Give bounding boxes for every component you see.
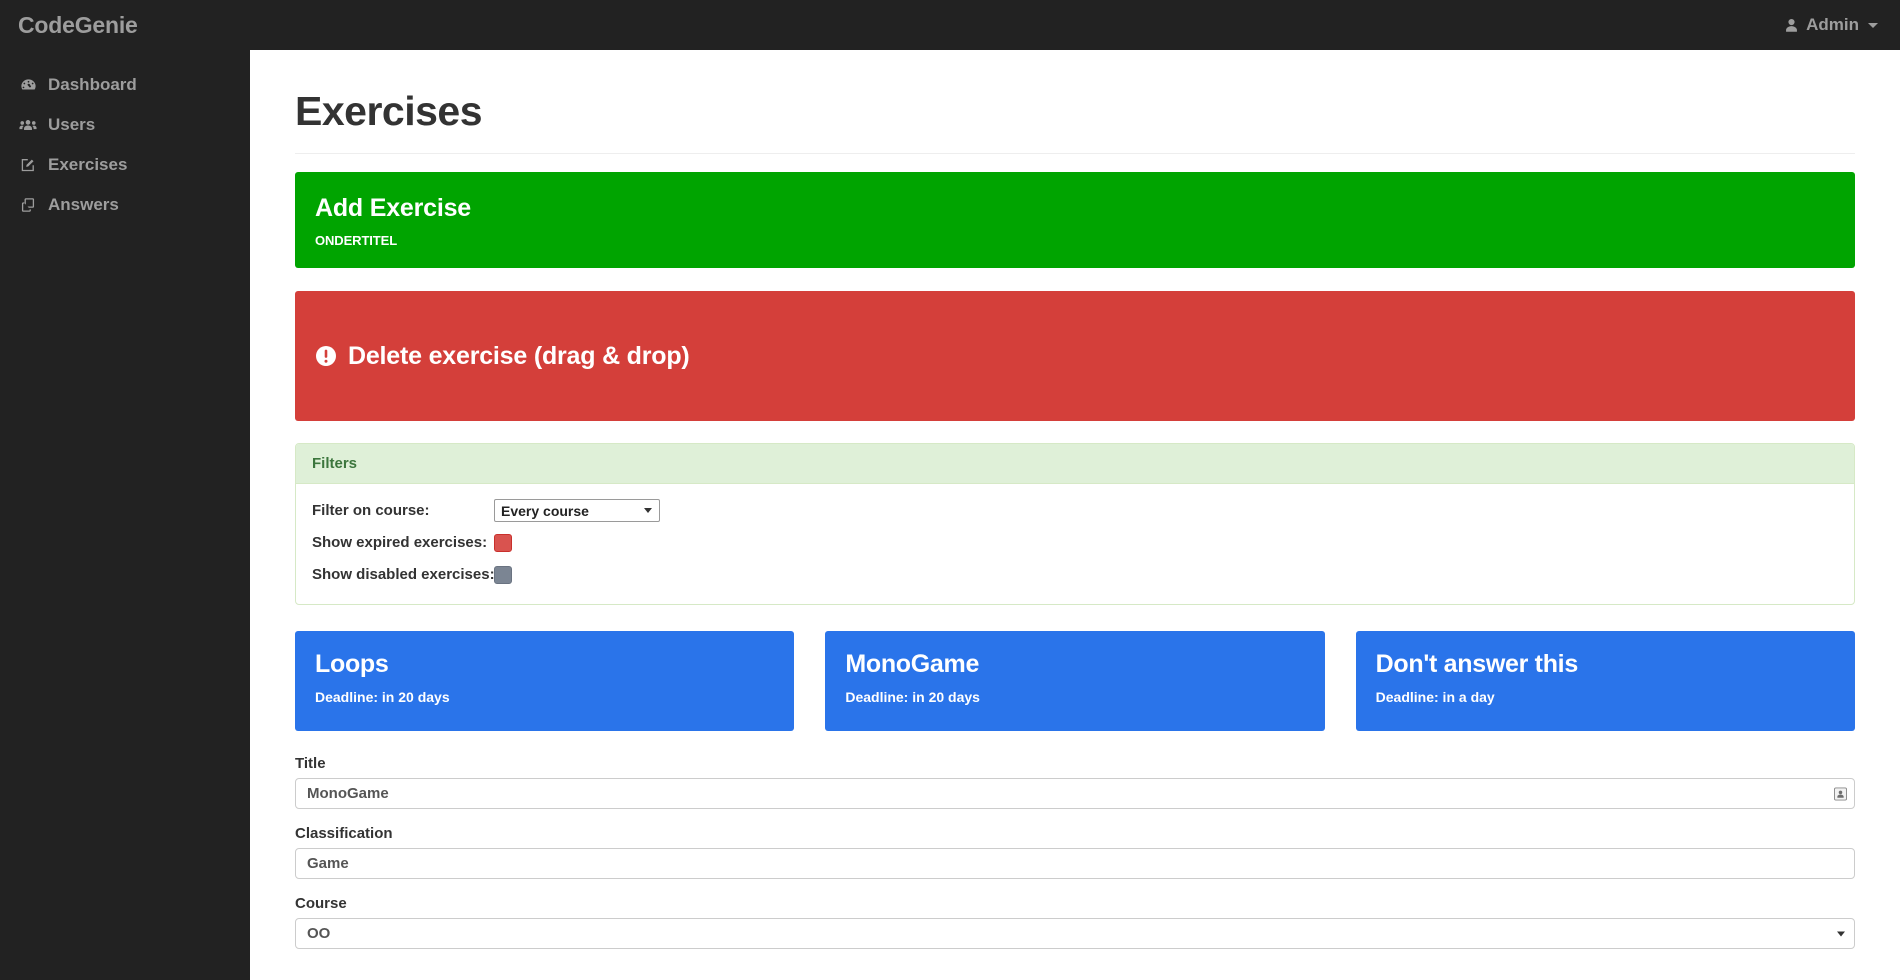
users-icon — [18, 117, 38, 134]
tachometer-icon — [18, 77, 38, 94]
filter-row-expired: Show expired exercises: — [312, 529, 1838, 556]
title-input[interactable]: MonoGame — [295, 778, 1855, 809]
filters-panel: Filters Filter on course: Every course S… — [295, 443, 1855, 605]
sidebar-item-dashboard[interactable]: Dashboard — [0, 65, 250, 105]
exercise-card-list: Loops Deadline: in 20 days MonoGame Dead… — [295, 631, 1855, 731]
title-input-value: MonoGame — [307, 785, 389, 802]
contact-card-icon[interactable] — [1834, 787, 1847, 800]
title-divider — [295, 153, 1855, 154]
add-exercise-subtitle: ONDERTITEL — [315, 233, 1835, 248]
exercise-card-title: Don't answer this — [1376, 650, 1835, 679]
exercise-card[interactable]: MonoGame Deadline: in 20 days — [825, 631, 1324, 731]
exercise-form: Title MonoGame Classification Game Cours… — [295, 755, 1855, 949]
top-navbar: CodeGenie Admin — [0, 0, 1900, 50]
exercise-card-title: MonoGame — [845, 650, 1304, 679]
sidebar-item-exercises[interactable]: Exercises — [0, 145, 250, 185]
filters-body: Filter on course: Every course Show expi… — [296, 484, 1854, 604]
exercise-card-title: Loops — [315, 650, 774, 679]
chevron-down-icon — [644, 508, 652, 513]
exercise-card[interactable]: Loops Deadline: in 20 days — [295, 631, 794, 731]
filters-heading: Filters — [296, 444, 1854, 484]
course-select-value: OO — [307, 925, 330, 942]
sidebar-item-label: Exercises — [48, 155, 127, 175]
filter-row-disabled: Show disabled exercises: — [312, 561, 1838, 588]
user-menu[interactable]: Admin — [1784, 15, 1878, 35]
show-disabled-toggle[interactable] — [494, 566, 512, 584]
sidebar: Dashboard Users Exercises — [0, 50, 250, 980]
exercise-card-deadline: Deadline: in a day — [1376, 689, 1835, 705]
filter-course-select[interactable]: Every course — [494, 499, 660, 522]
classification-field-label: Classification — [295, 825, 1855, 842]
sidebar-item-label: Users — [48, 115, 95, 135]
classification-input-value: Game — [307, 855, 349, 872]
user-menu-label: Admin — [1806, 15, 1859, 35]
exercise-card[interactable]: Don't answer this Deadline: in a day — [1356, 631, 1855, 731]
sidebar-item-label: Answers — [48, 195, 119, 215]
sidebar-item-users[interactable]: Users — [0, 105, 250, 145]
show-expired-toggle[interactable] — [494, 534, 512, 552]
add-exercise-title: Add Exercise — [315, 194, 1835, 223]
caret-down-icon — [1868, 23, 1878, 28]
clone-icon — [18, 197, 38, 213]
pencil-square-icon — [18, 157, 38, 173]
brand-logo[interactable]: CodeGenie — [18, 12, 138, 39]
title-field-label: Title — [295, 755, 1855, 772]
filter-disabled-label: Show disabled exercises: — [312, 566, 494, 583]
sidebar-item-answers[interactable]: Answers — [0, 185, 250, 225]
delete-exercise-label: Delete exercise (drag & drop) — [348, 342, 690, 371]
classification-input[interactable]: Game — [295, 848, 1855, 879]
user-icon — [1784, 18, 1799, 33]
filter-course-label: Filter on course: — [312, 502, 494, 519]
course-select[interactable]: OO — [295, 918, 1855, 949]
exercise-card-deadline: Deadline: in 20 days — [315, 689, 774, 705]
exercise-card-deadline: Deadline: in 20 days — [845, 689, 1304, 705]
filter-expired-label: Show expired exercises: — [312, 534, 494, 551]
delete-exercise-dropzone[interactable]: Delete exercise (drag & drop) — [295, 291, 1855, 421]
sidebar-item-label: Dashboard — [48, 75, 137, 95]
caret-down-icon — [1837, 931, 1845, 936]
exclamation-circle-icon — [315, 345, 337, 367]
filter-course-value: Every course — [501, 503, 589, 519]
course-field-label: Course — [295, 895, 1855, 912]
add-exercise-panel[interactable]: Add Exercise ONDERTITEL — [295, 172, 1855, 268]
page-title: Exercises — [295, 88, 1855, 135]
filter-row-course: Filter on course: Every course — [312, 497, 1838, 524]
delete-exercise-title-row: Delete exercise (drag & drop) — [315, 342, 690, 371]
main-content: Exercises Add Exercise ONDERTITEL Delete… — [250, 50, 1900, 980]
